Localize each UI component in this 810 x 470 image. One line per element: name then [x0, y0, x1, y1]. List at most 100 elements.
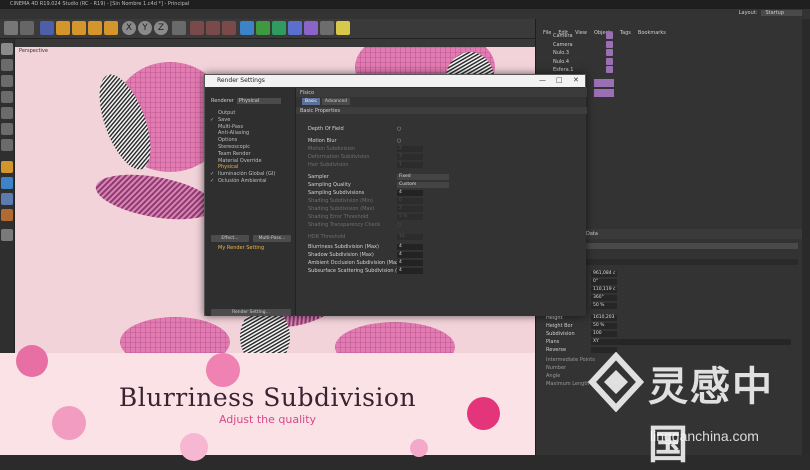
render-settings-item[interactable]: Material Override: [218, 158, 262, 164]
property-input[interactable]: 4: [397, 260, 423, 266]
redo-icon[interactable]: [20, 21, 34, 35]
snap-icon[interactable]: [1, 193, 13, 205]
close-icon[interactable]: ✕: [573, 76, 579, 84]
tag-icon[interactable]: [606, 40, 613, 48]
attribute-field[interactable]: 50 %: [591, 323, 617, 329]
item-checkbox[interactable]: ✓: [210, 178, 214, 184]
edges-mode-icon[interactable]: [1, 123, 13, 135]
render-settings-item[interactable]: Physical: [218, 164, 238, 170]
render-settings-item[interactable]: Iluminación Global (GI): [218, 171, 275, 177]
render-settings-item[interactable]: Save: [218, 117, 230, 123]
rotate-tool-icon[interactable]: [88, 21, 102, 35]
attribute-value[interactable]: 961,084 c: [591, 271, 617, 277]
property-checkbox[interactable]: ○: [397, 126, 401, 133]
light-icon[interactable]: [336, 21, 350, 35]
lock-workplane-icon[interactable]: [1, 209, 13, 221]
y-axis-toggle[interactable]: Y: [138, 21, 152, 35]
property-dropdown[interactable]: Fixed: [397, 174, 449, 180]
attribute-value[interactable]: 110,119 c: [591, 287, 617, 293]
attribute-field[interactable]: XY: [591, 339, 791, 345]
object-row[interactable]: Camera: [550, 32, 800, 40]
solo-icon[interactable]: [1, 229, 13, 241]
property-input[interactable]: 4: [397, 252, 423, 258]
property-input[interactable]: 1: [397, 162, 423, 168]
model-mode-icon[interactable]: [1, 59, 13, 71]
watermark-chinese-text: 灵感中国: [648, 364, 774, 468]
multipass-button[interactable]: Multi-Pass...: [253, 235, 291, 242]
minimize-icon[interactable]: —: [539, 76, 546, 84]
tweak-mode-icon[interactable]: [1, 177, 13, 189]
property-input[interactable]: 2: [397, 206, 423, 212]
object-row[interactable]: Camera: [550, 40, 800, 49]
attribute-value[interactable]: 0°: [591, 279, 617, 285]
z-axis-toggle[interactable]: Z: [154, 21, 168, 35]
attribute-field[interactable]: 100: [591, 331, 617, 337]
nurbs-icon[interactable]: [256, 21, 270, 35]
my-render-setting[interactable]: My Render Setting: [218, 245, 264, 251]
object-row[interactable]: Esfera.1: [550, 66, 800, 74]
property-dropdown[interactable]: Custom: [397, 182, 449, 188]
camera-icon[interactable]: [320, 21, 334, 35]
property-input[interactable]: 4: [397, 268, 423, 274]
polygons-mode-icon[interactable]: [1, 139, 13, 151]
move-tool-icon[interactable]: [56, 21, 70, 35]
scale-tool-icon[interactable]: [72, 21, 86, 35]
item-checkbox[interactable]: ✓: [210, 117, 214, 123]
property-input[interactable]: 2: [397, 146, 423, 152]
attribute-field[interactable]: 1610,203: [591, 315, 617, 321]
property-checkbox[interactable]: ○: [397, 222, 401, 229]
make-editable-icon[interactable]: [1, 43, 13, 55]
texture-mode-icon[interactable]: [1, 75, 13, 87]
object-row[interactable]: Nulo.3: [550, 49, 800, 57]
points-mode-icon[interactable]: [1, 107, 13, 119]
undo-icon[interactable]: [4, 21, 18, 35]
renderer-selector[interactable]: Renderer Physical: [211, 98, 282, 104]
transform-tool-icon[interactable]: [104, 21, 118, 35]
attribute-label: Number: [546, 365, 567, 371]
property-input[interactable]: 10: [397, 234, 423, 240]
render-settings-item[interactable]: Output: [218, 110, 235, 116]
render-settings-item[interactable]: Options: [218, 137, 237, 143]
mograph-icon[interactable]: [272, 21, 286, 35]
effect-button[interactable]: Effect...: [211, 235, 249, 242]
material-tag-icon[interactable]: [594, 89, 614, 97]
deformer-icon[interactable]: [288, 21, 302, 35]
render-setting-button[interactable]: Render Setting...: [211, 309, 291, 316]
scene-icon[interactable]: [304, 21, 318, 35]
cube-primitive-icon[interactable]: [240, 21, 254, 35]
tab-advanced[interactable]: Advanced: [322, 98, 350, 105]
render-picture-viewer-icon[interactable]: [206, 21, 220, 35]
tag-icon[interactable]: [606, 57, 613, 65]
item-checkbox[interactable]: ✓: [210, 171, 214, 177]
layout-dropdown[interactable]: Startup: [761, 10, 802, 16]
tab-basic[interactable]: Basic: [302, 98, 320, 105]
property-checkbox[interactable]: ○: [397, 138, 401, 145]
material-tag-icon[interactable]: [594, 79, 614, 87]
attribute-value[interactable]: 360°: [591, 295, 617, 301]
property-input[interactable]: 0: [397, 198, 423, 204]
renderer-dropdown[interactable]: Physical: [236, 98, 282, 104]
tag-icon[interactable]: [606, 66, 613, 73]
x-axis-toggle[interactable]: X: [122, 21, 136, 35]
property-input[interactable]: 4: [397, 244, 423, 250]
tag-icon[interactable]: [606, 32, 613, 39]
render-settings-item[interactable]: Multi-Pass: [218, 124, 243, 130]
attribute-value[interactable]: 50 %: [591, 303, 617, 309]
render-settings-item[interactable]: Anti-Aliasing: [218, 130, 249, 136]
property-input[interactable]: 5 %: [397, 214, 423, 220]
render-settings-item[interactable]: Oclusión Ambiental: [218, 178, 267, 184]
property-input[interactable]: 4: [397, 190, 423, 196]
render-settings-item[interactable]: Stereoscopic: [218, 144, 250, 150]
tag-icon[interactable]: [606, 49, 613, 56]
select-tool-icon[interactable]: [40, 21, 54, 35]
render-settings-item[interactable]: Team Render: [218, 151, 251, 157]
maximize-icon[interactable]: □: [556, 76, 563, 84]
property-input[interactable]: 3: [397, 154, 423, 160]
object-row[interactable]: Nulo.4: [550, 57, 800, 66]
workplane-icon[interactable]: [1, 91, 13, 103]
layout-selector[interactable]: Layout: Startup: [739, 10, 802, 16]
coordinate-system-icon[interactable]: [172, 21, 186, 35]
enable-axis-icon[interactable]: [1, 161, 13, 173]
render-settings-icon[interactable]: [222, 21, 236, 35]
render-view-icon[interactable]: [190, 21, 204, 35]
